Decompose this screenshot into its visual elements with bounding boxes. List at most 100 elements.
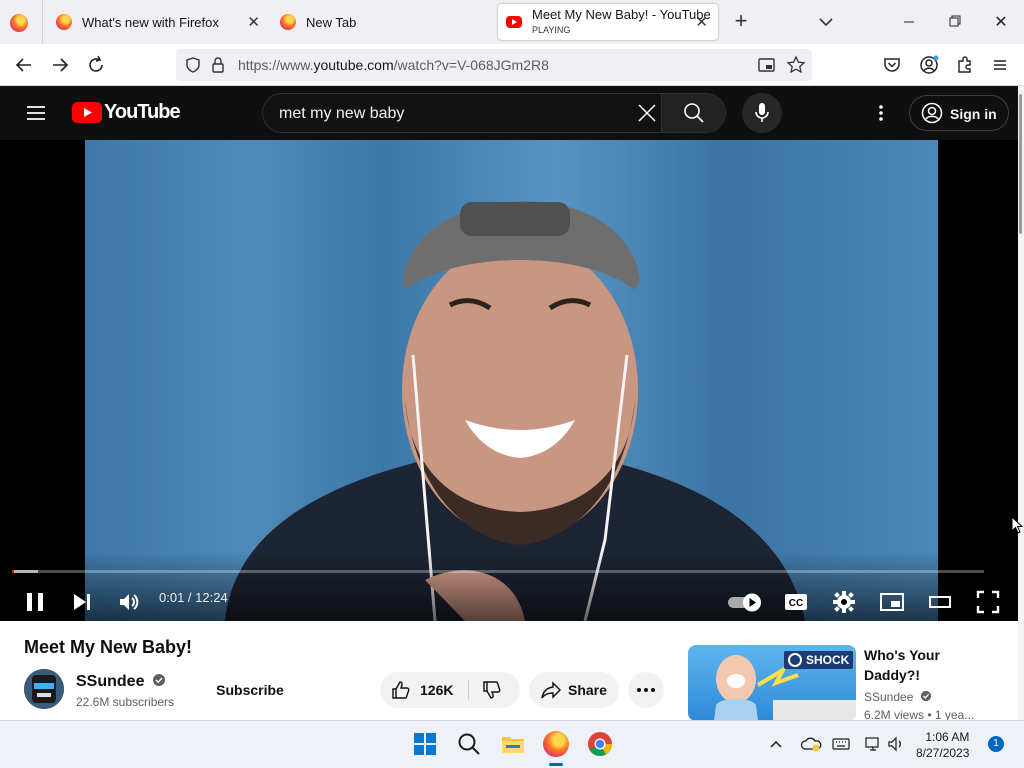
chrome-icon[interactable] — [587, 731, 613, 757]
search-button[interactable] — [661, 94, 725, 132]
volume-icon — [120, 594, 139, 610]
user-avatar-icon — [921, 102, 943, 124]
more-actions-button[interactable] — [628, 672, 664, 708]
tab-whats-new[interactable]: What's new with Firefox ✕ — [44, 4, 270, 40]
lock-icon[interactable] — [210, 56, 226, 79]
scrollbar-thumb[interactable] — [1019, 94, 1022, 234]
channel-avatar-image — [24, 669, 64, 709]
share-button[interactable]: Share — [529, 672, 619, 708]
subtitles-button[interactable]: CC — [778, 584, 814, 620]
maximize-button[interactable] — [942, 12, 968, 32]
tracking-protection-shield-icon[interactable] — [184, 56, 202, 79]
clock-date: 8/27/2023 — [916, 746, 970, 760]
url-prefix: https://www. — [238, 57, 314, 73]
subscribe-button[interactable]: Subscribe — [200, 672, 300, 708]
video-title: Meet My New Baby! — [24, 637, 193, 657]
search-icon — [684, 103, 704, 123]
tab-title: What's new with Firefox — [82, 14, 219, 30]
search-input[interactable]: met my new baby — [279, 105, 404, 123]
pause-button[interactable] — [17, 584, 53, 620]
recommended-video-title[interactable]: Who's Your Daddy?! — [864, 645, 984, 685]
miniplayer-button[interactable] — [874, 584, 910, 620]
system-clock[interactable]: 1:06 AM 8/27/2023 — [916, 729, 969, 761]
url-bar[interactable]: https://www.youtube.com/watch?v=V-068JGm… — [176, 49, 812, 81]
page-scrollbar[interactable] — [1018, 86, 1024, 720]
firefox-icon — [56, 14, 72, 30]
tab-new-tab[interactable]: New Tab — [270, 4, 496, 40]
file-explorer-icon[interactable] — [500, 731, 526, 757]
url-text[interactable]: https://www.youtube.com/watch?v=V-068JGm… — [238, 57, 549, 73]
windows-taskbar: 1:06 AM 8/27/2023 1 — [0, 720, 1024, 768]
badge-text: SHOCK — [806, 653, 850, 667]
channel-avatar[interactable] — [24, 669, 64, 709]
share-label: Share — [568, 682, 607, 698]
tab-strip: What's new with Firefox ✕ New Tab Meet M… — [0, 0, 1024, 44]
clear-search-icon[interactable] — [637, 103, 657, 128]
verified-check-icon — [152, 674, 165, 686]
autoplay-toggle[interactable] — [726, 584, 766, 620]
reload-button[interactable] — [84, 53, 108, 77]
show-hidden-icons-chevron-icon[interactable] — [768, 737, 784, 756]
account-icon[interactable] — [917, 53, 941, 77]
recommended-channel[interactable]: SSundee — [864, 690, 932, 704]
new-tab-button[interactable]: + — [730, 10, 752, 32]
controls-gradient — [0, 551, 1018, 621]
svg-text:CC: CC — [789, 598, 803, 609]
settings-button[interactable] — [826, 584, 862, 620]
close-tab-icon[interactable]: ✕ — [247, 13, 260, 31]
navigation-toolbar: https://www.youtube.com/watch?v=V-068JGm… — [0, 44, 1024, 86]
youtube-header: YouTube met my new baby Sign in — [0, 86, 1018, 140]
video-player[interactable]: 0:01 / 12:24 CC — [0, 140, 1018, 621]
like-button[interactable]: 126K — [380, 672, 468, 708]
theater-mode-button[interactable] — [922, 584, 958, 620]
sign-in-label: Sign in — [950, 106, 997, 122]
close-window-button[interactable]: ✕ — [990, 12, 1012, 32]
tab-youtube[interactable]: Meet My New Baby! - YouTube PLAYING ✕ — [498, 4, 718, 40]
search-icon[interactable] — [456, 731, 482, 757]
hamburger-menu-icon[interactable] — [988, 53, 1012, 77]
firefox-icon — [280, 14, 296, 30]
list-all-tabs-chevron-icon[interactable] — [816, 12, 836, 32]
theater-mode-icon — [929, 596, 951, 608]
channel-name[interactable]: SSundee — [76, 673, 166, 691]
progress-bar[interactable] — [12, 570, 984, 573]
like-dislike-group: 126K — [380, 672, 520, 708]
guide-menu-icon[interactable] — [26, 103, 46, 123]
back-button[interactable] — [12, 53, 36, 77]
picture-in-picture-icon[interactable] — [758, 57, 776, 78]
more-options-icon[interactable] — [872, 102, 890, 124]
fullscreen-button[interactable] — [970, 584, 1006, 620]
firefox-view-button[interactable] — [10, 14, 28, 32]
like-divider — [468, 680, 469, 700]
sign-in-button[interactable]: Sign in — [909, 95, 1009, 131]
dislike-button[interactable] — [470, 672, 520, 708]
keyboard-icon[interactable] — [832, 737, 850, 756]
closed-captions-icon: CC — [785, 594, 807, 610]
network-icon[interactable] — [864, 735, 882, 758]
volume-icon[interactable] — [887, 735, 905, 758]
firefox-icon — [10, 14, 28, 32]
thumbs-down-icon — [483, 681, 501, 699]
search-box[interactable]: met my new baby — [262, 93, 726, 133]
forward-button[interactable] — [48, 53, 72, 77]
microphone-icon — [755, 103, 769, 122]
mute-button[interactable] — [111, 584, 147, 620]
next-icon — [74, 594, 90, 610]
thumbnail-badge: SHOCK — [784, 651, 854, 669]
voice-search-button[interactable] — [742, 93, 782, 133]
next-button[interactable] — [64, 584, 100, 620]
close-tab-icon[interactable]: ✕ — [695, 13, 708, 31]
onedrive-icon[interactable] — [800, 736, 822, 757]
youtube-favicon-icon — [506, 16, 522, 28]
recommended-video-thumbnail[interactable]: SHOCK — [688, 645, 856, 721]
mouse-cursor-icon — [1011, 516, 1023, 534]
start-windows-icon[interactable] — [412, 731, 438, 757]
extensions-puzzle-icon[interactable] — [953, 53, 977, 77]
minimize-button[interactable] — [896, 14, 922, 30]
firefox-taskbar-icon[interactable] — [543, 731, 569, 757]
pocket-icon[interactable] — [880, 53, 904, 77]
notification-badge[interactable]: 1 — [988, 736, 1004, 752]
video-frame[interactable] — [85, 140, 938, 621]
bookmark-star-icon[interactable] — [786, 55, 806, 80]
tab-title: New Tab — [306, 14, 357, 30]
